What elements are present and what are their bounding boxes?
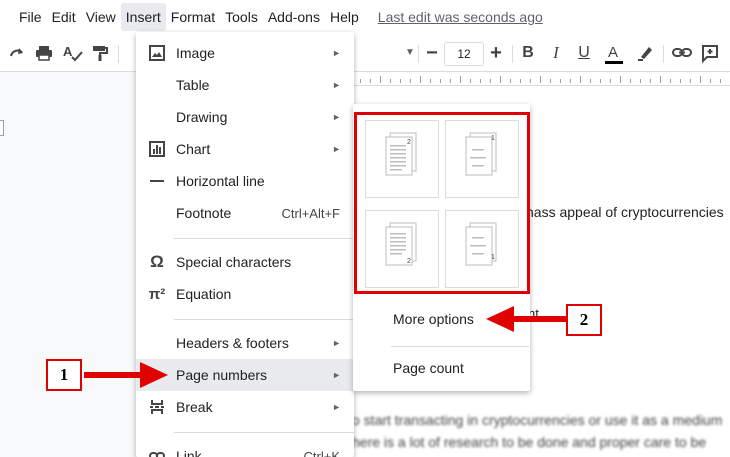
annotation-arrows: [84, 306, 566, 388]
arrow-to-more-options: [486, 306, 566, 332]
step-1-callout: 1: [46, 359, 82, 391]
arrow-to-page-numbers: [84, 362, 168, 388]
step-2-callout: 2: [566, 304, 602, 336]
